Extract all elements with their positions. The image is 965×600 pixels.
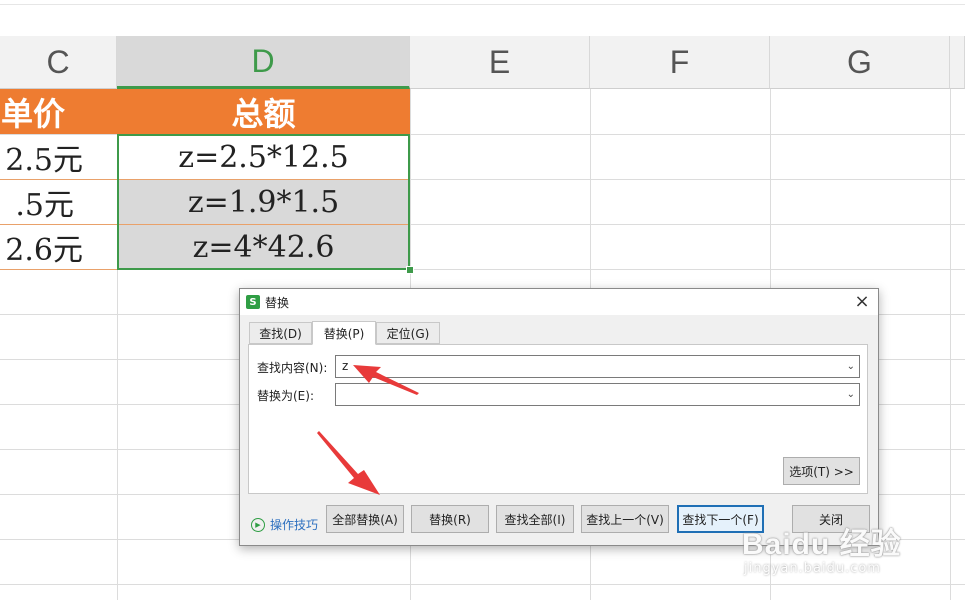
fill-handle[interactable] (406, 266, 414, 274)
cell-c-row1[interactable]: 2.5元 (0, 135, 117, 179)
cell-text: .5元 (15, 188, 74, 223)
chevron-down-icon[interactable]: ⌄ (847, 356, 855, 377)
replace-input[interactable]: ⌄ (335, 383, 860, 406)
replace-button[interactable]: 替换(R) (411, 505, 489, 533)
cell-c-row2[interactable]: .5元 (0, 180, 117, 224)
watermark-main: Baidu 经验 (742, 528, 902, 561)
toolbar-strip (0, 0, 965, 37)
column-header-c[interactable]: C (0, 36, 117, 89)
replace-all-button[interactable]: 全部替换(A) (326, 505, 404, 533)
find-label: 查找内容(N): (257, 361, 328, 375)
tab-find[interactable]: 查找(D) (249, 322, 312, 344)
cell-text: 单价 (0, 94, 65, 133)
baidu-watermark: Baidu 经验 jingyan.baidu.com (742, 515, 957, 585)
app-icon: S (246, 295, 260, 309)
cell-c-row3[interactable]: 2.6元 (0, 225, 117, 269)
find-value: z (342, 359, 349, 373)
column-header-f[interactable]: F (590, 36, 770, 89)
column-header-e[interactable]: E (410, 36, 590, 89)
close-icon[interactable]: × (852, 292, 872, 312)
options-button[interactable]: 选项(T) >> (783, 457, 860, 485)
cell-text: 总额 (231, 94, 296, 133)
watermark-sub: jingyan.baidu.com (744, 561, 881, 576)
replace-dialog: S 替换 × 查找(D) 替换(P) 定位(G) 查找内容(N): z ⌄ 替换为… (239, 288, 879, 546)
row-divider (0, 269, 117, 270)
replace-panel: 查找内容(N): z ⌄ 替换为(E): ⌄ 选项(T) >> (248, 344, 868, 494)
find-prev-button[interactable]: 查找上一个(V) (581, 505, 669, 533)
selection-border (117, 134, 410, 270)
tips-link[interactable]: ▶ 操作技巧 (251, 516, 318, 533)
find-input[interactable]: z ⌄ (335, 355, 860, 378)
cell-text: 2.6元 (5, 233, 83, 268)
dialog-titlebar[interactable]: S 替换 × (240, 289, 878, 315)
column-header-d[interactable]: D (117, 36, 410, 89)
find-all-button[interactable]: 查找全部(I) (496, 505, 574, 533)
replace-label: 替换为(E): (257, 389, 314, 403)
cell-text: 2.5元 (5, 143, 83, 178)
cell-c-header[interactable]: 单价 (0, 89, 117, 134)
tab-replace[interactable]: 替换(P) (312, 321, 376, 345)
column-header-h[interactable] (950, 36, 965, 89)
tips-text: 操作技巧 (270, 518, 319, 532)
dialog-title: 替换 (265, 296, 290, 310)
cell-d-header[interactable]: 总额 (117, 89, 410, 134)
column-header-g[interactable]: G (770, 36, 950, 89)
tab-goto[interactable]: 定位(G) (376, 322, 440, 344)
play-icon: ▶ (251, 517, 265, 532)
chevron-down-icon[interactable]: ⌄ (847, 384, 855, 405)
